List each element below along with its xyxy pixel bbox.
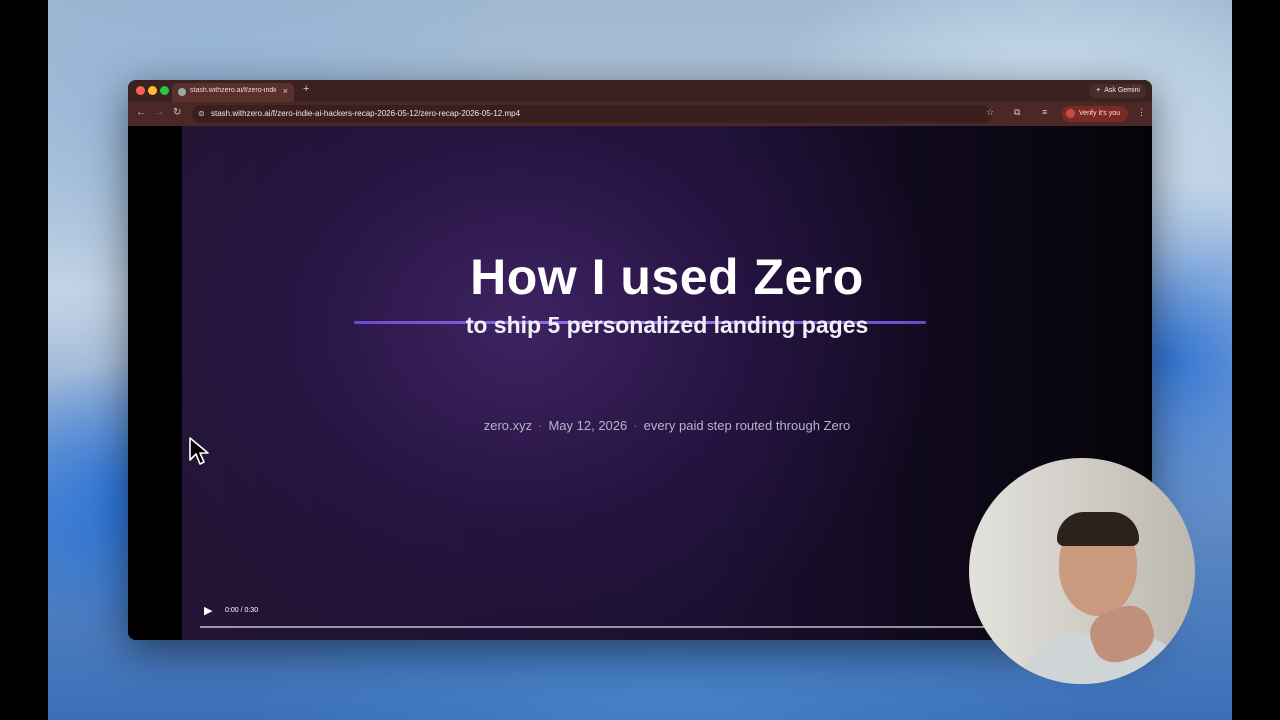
webcam-overlay bbox=[969, 458, 1195, 684]
new-tab-button[interactable]: + bbox=[303, 83, 309, 95]
slide-meta: zero.xyz · May 12, 2026 · every paid step ro… bbox=[182, 418, 1152, 433]
ask-gemini-label: Ask Gemini bbox=[1104, 87, 1140, 94]
forward-arrow-icon[interactable]: → bbox=[154, 107, 164, 118]
bookmark-star-icon[interactable]: ☆ bbox=[986, 107, 994, 118]
reload-icon[interactable]: ↻ bbox=[173, 107, 181, 118]
gemini-sparkle-icon: ✦ bbox=[1095, 87, 1102, 94]
meta-date: May 12, 2026 bbox=[548, 418, 628, 433]
slide-title: How I used Zero bbox=[470, 249, 864, 305]
video-time: 0:00 / 0:30 bbox=[225, 607, 259, 614]
meta-separator: · bbox=[538, 418, 543, 433]
verify-profile-button[interactable]: Verify it's you bbox=[1062, 106, 1129, 122]
site-info-icon[interactable]: ⊜ bbox=[198, 109, 205, 118]
maximize-window-button[interactable] bbox=[160, 86, 169, 95]
tab-title: stash.withzero.ai/f/zero-indie-ai-hacker… bbox=[190, 87, 276, 94]
back-arrow-icon[interactable]: ← bbox=[136, 107, 146, 118]
url-text: stash.withzero.ai/f/zero-indie-ai-hacker… bbox=[211, 109, 521, 118]
video-progress-bar[interactable] bbox=[200, 626, 1062, 628]
meta-separator: · bbox=[633, 418, 638, 433]
extensions-icon[interactable]: ⧉ bbox=[1014, 107, 1020, 118]
browser-toolbar: ← → ↻ ⊜ stash.withzero.ai/f/zero-indie-a… bbox=[128, 102, 1152, 126]
close-window-button[interactable] bbox=[136, 86, 145, 95]
ask-gemini-button[interactable]: ✦ Ask Gemini bbox=[1089, 84, 1146, 98]
verify-label: Verify it's you bbox=[1079, 110, 1121, 117]
minimize-window-button[interactable] bbox=[148, 86, 157, 95]
tab-close-icon[interactable]: × bbox=[283, 86, 288, 96]
browser-tab[interactable]: stash.withzero.ai/f/zero-indie-ai-hacker… bbox=[172, 83, 294, 102]
slide-subtitle: to ship 5 personalized landing pages bbox=[465, 312, 869, 338]
tab-favicon-icon bbox=[178, 88, 186, 96]
mouse-cursor-icon bbox=[189, 437, 209, 465]
presenter-hair bbox=[1057, 512, 1139, 546]
meta-site: zero.xyz bbox=[483, 418, 533, 433]
media-controls-icon[interactable]: ≡ bbox=[1042, 107, 1047, 117]
tab-bar: stash.withzero.ai/f/zero-indie-ai-hacker… bbox=[128, 80, 1152, 102]
more-menu-icon[interactable]: ⋮ bbox=[1137, 107, 1146, 118]
meta-tagline: every paid step routed through Zero bbox=[643, 418, 851, 433]
play-icon[interactable]: ▶ bbox=[204, 604, 212, 617]
address-bar[interactable]: ⊜ stash.withzero.ai/f/zero-indie-ai-hack… bbox=[192, 105, 992, 123]
profile-avatar bbox=[1066, 108, 1075, 118]
